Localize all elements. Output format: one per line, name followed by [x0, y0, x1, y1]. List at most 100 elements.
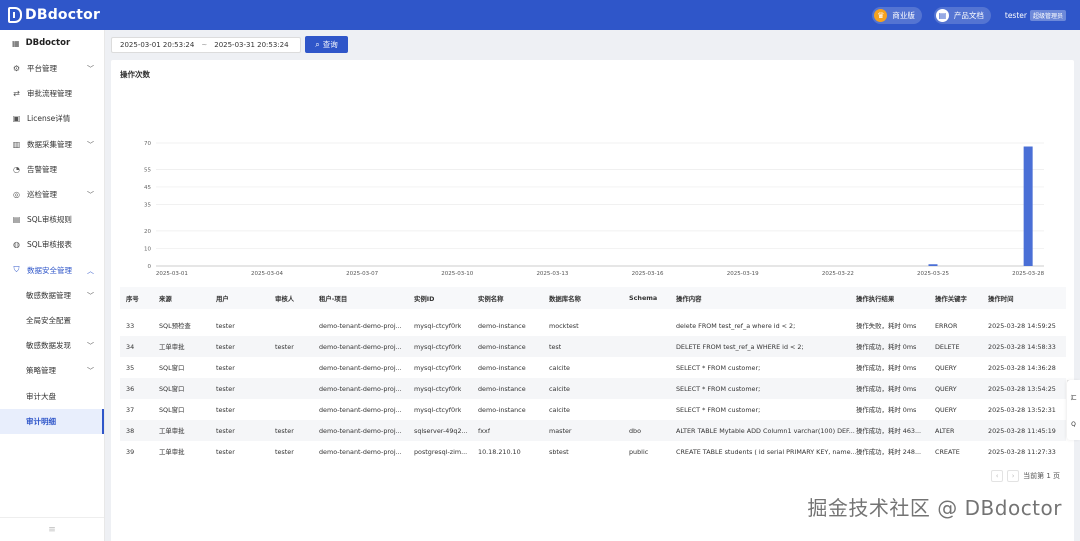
table-cell: 2025-03-28 11:27:33 — [988, 447, 1056, 456]
float-tool-item[interactable]: 汇 — [1070, 393, 1076, 402]
document-icon: ▤ — [935, 8, 949, 22]
column-header[interactable]: 操作内容 — [676, 294, 702, 303]
table-cell: 工单审批 — [159, 343, 185, 351]
column-header[interactable]: 实例ID — [414, 294, 434, 303]
table-row[interactable]: 36 SQL窗口 tester demo-tenant-demo-proj... mys… — [120, 378, 1066, 399]
y-tick-label: 35 — [144, 203, 151, 209]
column-header[interactable]: 来源 — [159, 294, 172, 303]
sidebar-item-4[interactable]: ◔ 告警管理 — [0, 157, 104, 182]
sidebar-subitem-0[interactable]: 敏感数据管理 ﹀ — [0, 283, 104, 308]
table-cell: 工单审批 — [159, 427, 185, 435]
search-icon: ⌕ — [315, 39, 320, 49]
bar-2025-03-25[interactable] — [928, 264, 938, 266]
sidebar-item-5[interactable]: ◎ 巡检管理 ﹀ — [0, 182, 104, 207]
logo[interactable]: DBdoctor — [8, 7, 100, 23]
table-cell: CREATE TABLE students ( id serial PRIMAR… — [676, 447, 857, 456]
sidebar-header-label: DBdoctor — [25, 38, 71, 48]
table-cell: DELETE — [935, 342, 960, 351]
date-range-picker[interactable]: 2025-03-01 20:53:24 ~ 2025-03-31 20:53:2… — [111, 37, 301, 53]
table-cell: 38 — [126, 426, 135, 435]
table-cell: 33 — [126, 321, 135, 330]
sidebar-subitem-4[interactable]: 审计大盘 — [0, 383, 104, 408]
sidebar-subitem-2[interactable]: 敏感数据发现 ﹀ — [0, 333, 104, 358]
table-row[interactable]: 34 工单审批 tester tester demo-tenant-demo-proj.… — [120, 336, 1066, 357]
table-cell: sqlserver-49q2... — [414, 426, 468, 435]
x-tick-label: 2025-03-16 — [632, 271, 664, 277]
sidebar-subitem-3[interactable]: 策略管理 ﹀ — [0, 358, 104, 383]
table-row[interactable]: 39 工单审批 tester tester demo-tenant-demo-proj.… — [120, 441, 1066, 462]
table-cell: tester — [216, 447, 235, 456]
app-title: DBdoctor — [25, 7, 101, 23]
sidebar-item-2[interactable]: ▣ License详情 — [0, 106, 104, 131]
sidebar-item-0[interactable]: ⚙ 平台管理 ﹀ — [0, 56, 104, 81]
table-cell: tester — [275, 447, 294, 456]
table-row[interactable]: 38 工单审批 tester tester demo-tenant-demo-proj.… — [120, 420, 1066, 441]
table-cell: 操作成功，耗时 0ms — [856, 343, 917, 351]
column-header[interactable]: 实例名称 — [478, 294, 504, 303]
sidebar-item-8[interactable]: ⛉ 数据安全管理 ︿ — [0, 258, 104, 283]
column-header[interactable]: 序号 — [126, 294, 139, 303]
chevron-down-icon: ﹀ — [87, 140, 94, 149]
table-cell: SQL预检查 — [159, 322, 191, 330]
table-cell: tester — [275, 342, 294, 351]
edition-button[interactable]: ♛ 商业版 — [872, 6, 922, 24]
column-header[interactable]: 操作时间 — [988, 294, 1014, 303]
next-page-button[interactable]: › — [1007, 470, 1020, 482]
column-header[interactable]: 操作执行结果 — [856, 294, 894, 303]
table-cell: SELECT * FROM customer; — [676, 405, 761, 414]
table-cell: mysql-ctcyf0rk — [414, 342, 462, 351]
table-cell: ALTER TABLE Mytable ADD Column1 varchar(… — [676, 426, 855, 435]
sidebar-subitem-label: 全局安全配置 — [26, 315, 71, 325]
x-tick-label: 2025-03-22 — [822, 271, 854, 277]
table-cell: 工单审批 — [159, 448, 185, 456]
sidebar-item-6[interactable]: ▤ SQL审核规则 — [0, 207, 104, 232]
table-cell: tester — [275, 426, 294, 435]
column-header[interactable]: 用户 — [216, 294, 229, 303]
column-header[interactable]: 审核人 — [275, 294, 294, 303]
sidebar-subitem-5[interactable]: 审计明细 — [0, 408, 104, 435]
table-cell: demo-instance — [478, 384, 526, 393]
sidebar-item-label: SQL审核规则 — [27, 215, 72, 225]
column-header[interactable]: 操作关键字 — [935, 294, 967, 303]
table-cell: sbtest — [549, 447, 569, 456]
table-cell: demo-instance — [478, 363, 526, 372]
date-end[interactable]: 2025-03-31 20:53:24 — [214, 41, 288, 49]
sidebar-item-7[interactable]: ◍ SQL审核报表 — [0, 232, 104, 257]
user-menu[interactable]: tester 超级管理员 — [1005, 9, 1066, 21]
column-header[interactable]: 租户-项目 — [319, 294, 347, 303]
docs-button[interactable]: ▤ 产品文档 — [933, 6, 991, 24]
watermark: 掘金技术社区 @ DBdoctor — [807, 496, 1062, 520]
table-row[interactable]: 37 SQL窗口 tester demo-tenant-demo-proj... mys… — [120, 399, 1066, 420]
bar-2025-03-28[interactable] — [1023, 146, 1033, 266]
column-header[interactable]: Schema — [629, 294, 657, 302]
collapse-icon[interactable]: ≡ — [0, 517, 104, 541]
license-icon: ▣ — [12, 114, 21, 124]
table-cell: 10.18.210.10 — [478, 447, 521, 456]
float-search-icon[interactable]: Q — [1071, 421, 1076, 428]
table-cell: tester — [216, 405, 235, 414]
floating-toolbar: 汇 Q — [1067, 380, 1080, 440]
table-cell: demo-tenant-demo-proj... — [319, 447, 402, 456]
y-tick-label: 55 — [144, 167, 151, 173]
x-tick-label: 2025-03-04 — [251, 271, 283, 277]
table-cell: 操作成功，耗时 248... — [856, 448, 922, 456]
sidebar-item-1[interactable]: ⇄ 审批流程管理 — [0, 81, 104, 106]
column-header[interactable]: 数据库名称 — [549, 294, 581, 303]
sidebar-subitem-1[interactable]: 全局安全配置 — [0, 308, 104, 333]
table-cell: postgresql-zim... — [414, 447, 468, 456]
table-cell: 37 — [126, 405, 135, 414]
chevron-down-icon: ﹀ — [87, 291, 94, 300]
date-start[interactable]: 2025-03-01 20:53:24 — [120, 41, 194, 49]
sidebar-item-3[interactable]: ▥ 数据采集管理 ﹀ — [0, 132, 104, 157]
prev-page-button[interactable]: ‹ — [991, 470, 1004, 482]
flow-icon: ⇄ — [13, 89, 20, 99]
table-cell: demo-tenant-demo-proj... — [319, 426, 402, 435]
table-cell: demo-tenant-demo-proj... — [319, 321, 402, 330]
query-button[interactable]: ⌕ 查询 — [305, 36, 348, 53]
table-cell: calcite — [549, 384, 570, 393]
sidebar-header[interactable]: ▦ DBdoctor — [0, 30, 104, 56]
table-row[interactable]: 33 SQL预检查 tester demo-tenant-demo-proj... my… — [120, 315, 1066, 336]
y-tick-label: 70 — [144, 141, 151, 147]
x-tick-label: 2025-03-19 — [727, 271, 759, 277]
table-row[interactable]: 35 SQL窗口 tester demo-tenant-demo-proj... mys… — [120, 357, 1066, 378]
